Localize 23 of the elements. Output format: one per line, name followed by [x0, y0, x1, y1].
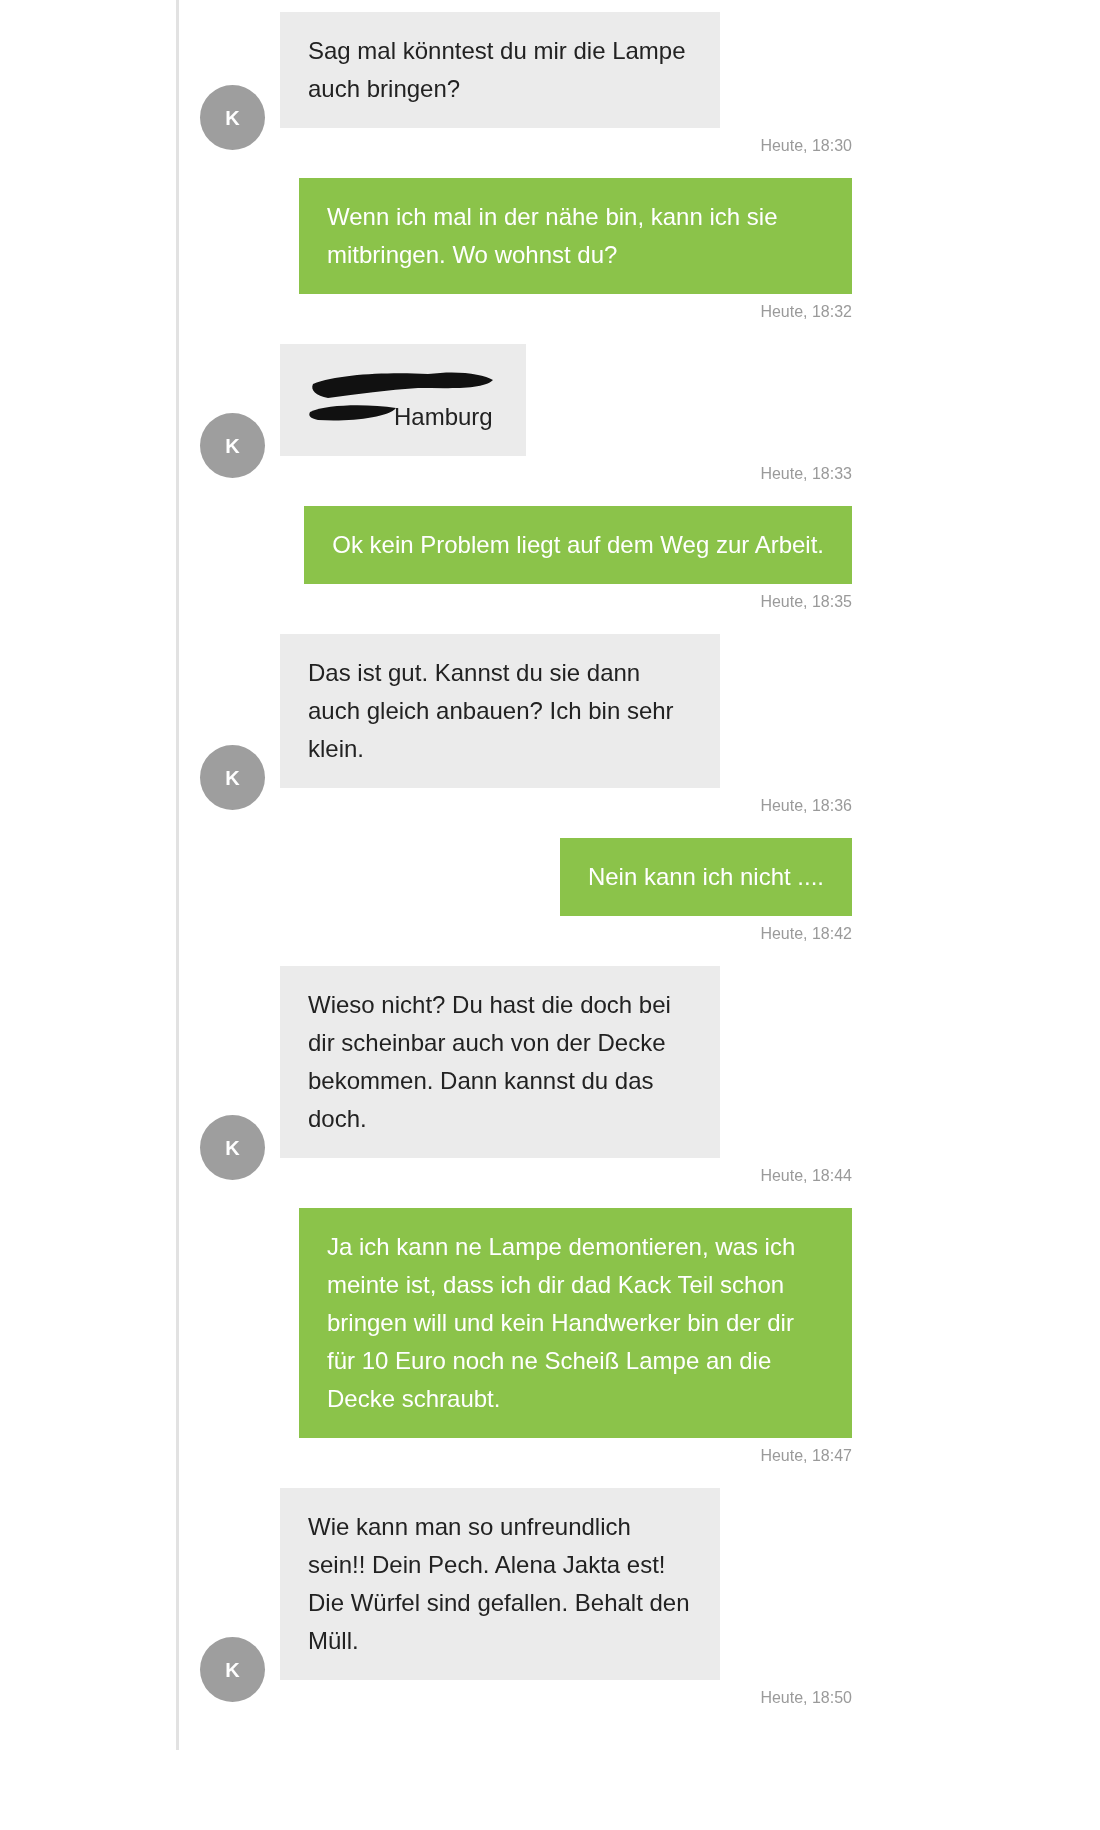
- avatar: K: [200, 1637, 265, 1702]
- avatar: K: [200, 1115, 265, 1180]
- message-time: Heute, 18:44: [760, 1166, 852, 1186]
- message-time: Heute, 18:47: [760, 1446, 852, 1466]
- avatar: K: [200, 85, 265, 150]
- message-text: Nein kann ich nicht ....: [587, 862, 824, 892]
- message-time: Heute, 18:33: [760, 464, 852, 484]
- message-text: Ok kein Problem liegt auf dem Weg zur Arbeit.: [332, 530, 824, 560]
- message-text: Wie kann man so unfreundlich sein!! Dein Pech. Alena Jakta est! Die Würfel sind gefallen. Behalt den Müll.: [308, 1512, 691, 1656]
- message-text: Wieso nicht? Du hast die doch bei dir scheinbar auch von der Decke bekommen. Dann kannst du das doch.: [308, 990, 672, 1134]
- message-time: Heute, 18:35: [760, 592, 852, 612]
- avatar: K: [200, 413, 265, 478]
- message-text: Ja ich kann ne Lampe demontieren, was ich meinte ist, dass ich dir dad Kack Teil schon bringen will und kein Handwerker bin der dir für 10 Euro noch ne Scheiß Lampe an die Decke schraubt.: [327, 1232, 797, 1414]
- message-text: Hamburg: [394, 402, 494, 432]
- message-time: Heute, 18:50: [760, 1688, 852, 1708]
- message-time: Heute, 18:32: [760, 302, 852, 322]
- message-time: Heute, 18:36: [760, 796, 852, 816]
- message-time: Heute, 18:30: [760, 136, 852, 156]
- message-text: Wenn ich mal in der nähe bin, kann ich sie mitbringen. Wo wohnst du?: [327, 202, 779, 270]
- message-text: Das ist gut. Kannst du sie dann auch gleich anbauen? Ich bin sehr klein.: [308, 658, 675, 764]
- message-text: Sag mal könntest du mir die Lampe auch bringen?: [308, 36, 687, 104]
- avatar: K: [200, 745, 265, 810]
- message-time: Heute, 18:42: [760, 924, 852, 944]
